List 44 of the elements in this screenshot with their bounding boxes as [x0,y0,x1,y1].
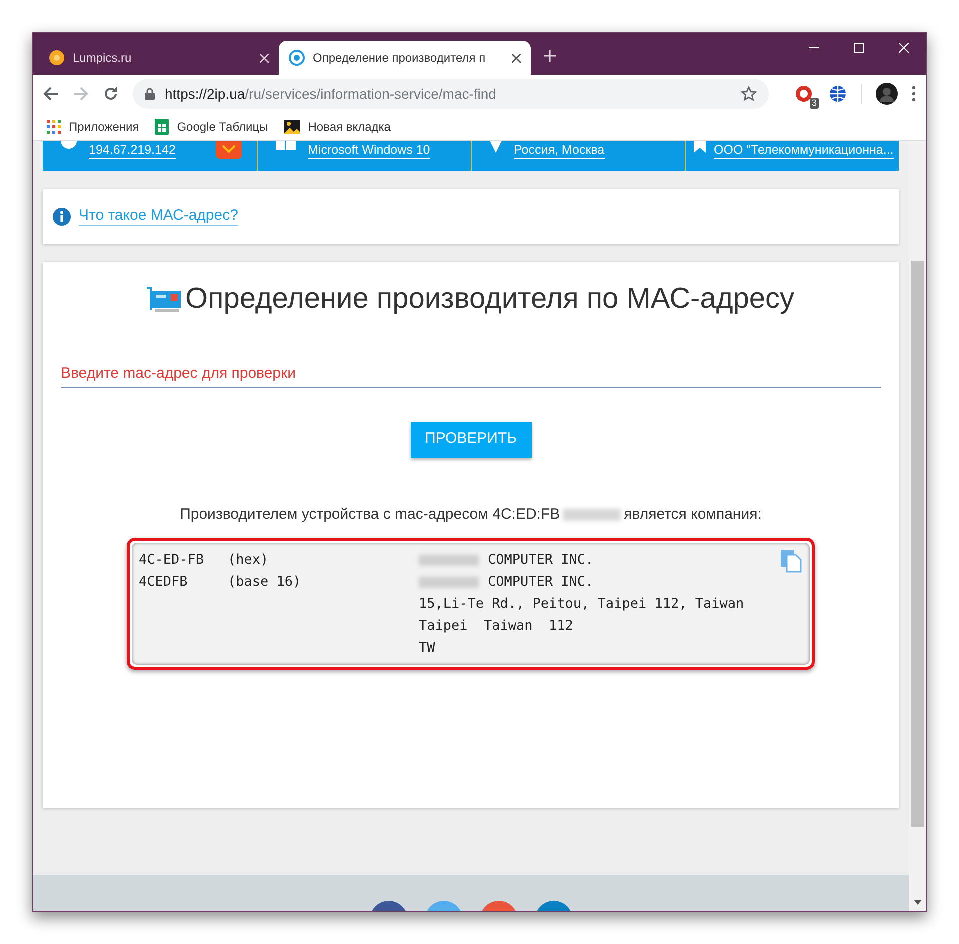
bookmark[interactable]: Новая вкладка [284,118,391,136]
tab-title: Определение производителя п [313,50,487,67]
mac-input-field[interactable]: Введите mac-адрес для проверки [61,360,881,388]
extension-badge: 3 [810,98,819,109]
vendor-info: COMPUTER INC. [488,551,594,570]
blurred-text [563,508,622,521]
info-icon [53,208,71,226]
page-heading: Определение производителя по МАС-адресу [185,282,795,317]
vendor-info: 15,Li-Te Rd., Peitou, Taipei 112, Taiwan [419,595,744,614]
vendor-info: Taipei Taiwan 112 [419,617,574,636]
format-label: (hex) [228,551,270,570]
flower-icon [49,50,65,66]
browser-tab[interactable]: Lumpics.ru [39,41,279,75]
mac-prefix: 4CEDFB [139,573,189,592]
browser-tab[interactable]: Определение производителя п [279,41,531,75]
result-sentence: Производителем устройства с mac-адресом 4C:ED:FB является компания: [180,504,762,524]
spreadsheet-icon [155,118,170,134]
vendor-info: COMPUTER INC. [488,573,594,592]
vendor-info: TW [419,639,436,658]
format-label: (base 16) [228,573,302,592]
scrollbar-thumb[interactable] [911,261,924,827]
bookmark[interactable]: Google Таблицы [155,118,268,136]
network-card-icon [147,284,184,315]
bookmark[interactable]: Приложения [47,118,140,136]
star-icon[interactable] [741,86,757,102]
apps-icon [47,120,61,134]
maximize-icon [854,43,864,53]
extension-button[interactable]: 3 [793,83,815,105]
address-bar[interactable]: https://2ip.ua/ru/services/information-service/mac-find [133,79,769,109]
back-icon[interactable] [43,86,59,102]
close-icon[interactable] [512,54,521,62]
badge-icon [216,141,242,159]
mac-prefix: 4C-ED-FB [139,551,206,570]
close-icon [898,43,908,53]
avatar-icon[interactable] [876,83,898,105]
extension-icon [795,85,813,103]
tab-title: Lumpics.ru [73,50,133,67]
reload-icon[interactable] [103,86,119,102]
scroll-down-icon[interactable] [914,900,922,905]
image-icon [284,120,300,134]
url-text: https://2ip.ua/ru/services/information-service/mac-find [165,84,498,104]
menu-icon[interactable] [912,86,916,102]
lock-icon [145,88,155,100]
plus-icon [543,49,557,63]
